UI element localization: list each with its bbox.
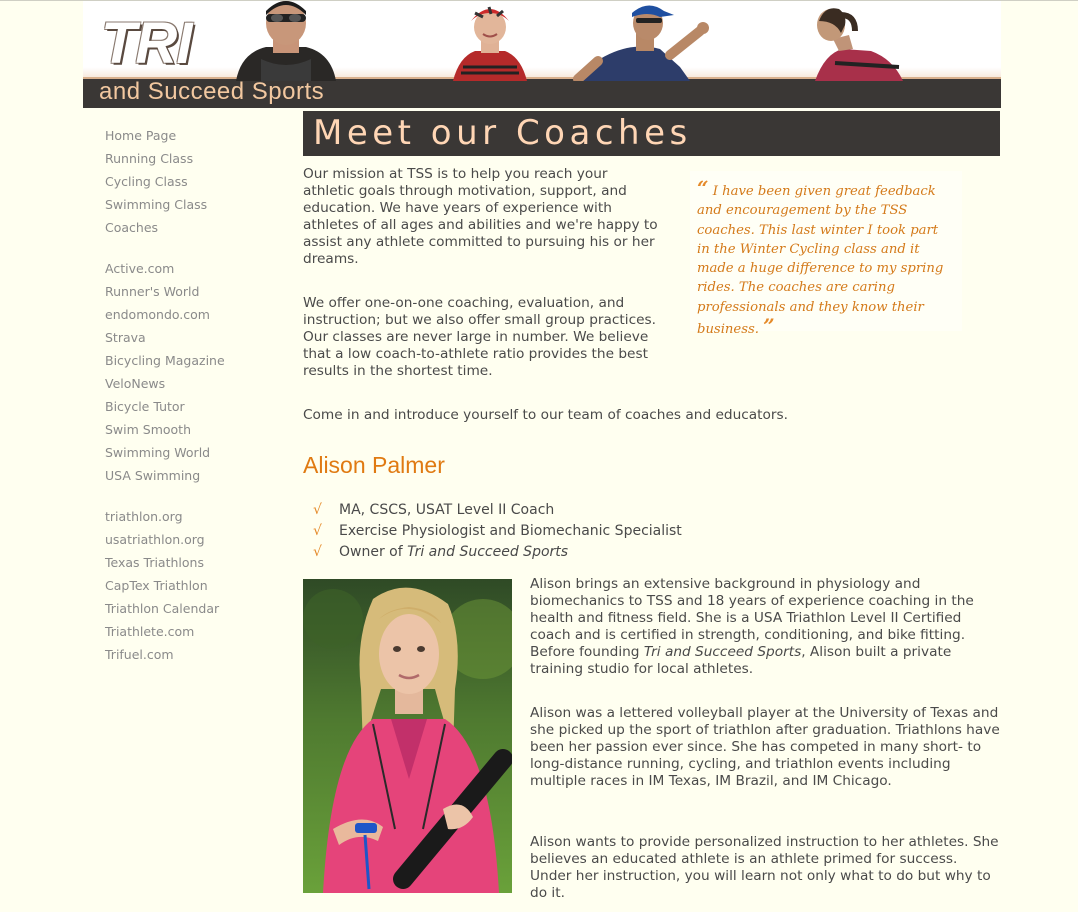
- runner-image: [570, 1, 720, 81]
- sidebar-link-runners-world[interactable]: Runner's World: [105, 284, 199, 299]
- sidebar-link-swimming-class[interactable]: Swimming Class: [105, 197, 207, 212]
- testimonial-text: I have been given great feedback and enc…: [697, 184, 944, 338]
- logo-tagline: and Succeed Sports: [99, 78, 325, 105]
- intro-paragraph-mission: Our mission at TSS is to help you reach …: [303, 166, 658, 267]
- sidebar-link-swim-smooth[interactable]: Swim Smooth: [105, 422, 191, 437]
- triathlon-links-group: triathlon.org usatriathlon.org Texas Tri…: [105, 508, 275, 669]
- coach-credentials-list: √ MA, CSCS, USAT Level II Coach √ Exercise…: [313, 500, 682, 563]
- sidebar-link-endomondo[interactable]: endomondo.com: [105, 307, 210, 322]
- fitness-links-group: Active.com Runner's World endomondo.com …: [105, 260, 275, 490]
- sidebar-link-coaches[interactable]: Coaches: [105, 220, 158, 235]
- check-icon: √: [313, 502, 322, 518]
- sidebar-link-active[interactable]: Active.com: [105, 261, 174, 276]
- sidebar-link-cycling-class[interactable]: Cycling Class: [105, 174, 188, 189]
- sidebar-link-captex-triathlon[interactable]: CapTex Triathlon: [105, 578, 208, 593]
- coach-name-heading: Alison Palmer: [303, 452, 445, 478]
- sidebar-link-usatriathlon[interactable]: usatriathlon.org: [105, 532, 205, 547]
- sidebar-link-usa-swimming[interactable]: USA Swimming: [105, 468, 200, 483]
- sidebar-link-texas-triathlons[interactable]: Texas Triathlons: [105, 555, 204, 570]
- sidebar-link-bicycle-tutor[interactable]: Bicycle Tutor: [105, 399, 185, 414]
- sidebar-link-trifuel[interactable]: Trifuel.com: [105, 647, 174, 662]
- bio-business-name: Tri and Succeed Sports: [643, 644, 802, 660]
- sidebar-link-running-class[interactable]: Running Class: [105, 151, 193, 166]
- credential-text: Exercise Physiologist and Biomechanic Sp…: [339, 523, 682, 539]
- sidebar-link-swimming-world[interactable]: Swimming World: [105, 445, 210, 460]
- sidebar-link-strava[interactable]: Strava: [105, 330, 146, 345]
- intro-paragraph-invite: Come in and introduce yourself to our te…: [303, 407, 789, 423]
- page-title: Meet our Coaches: [303, 111, 1000, 156]
- triathlete-woman-image: [795, 1, 915, 81]
- intro-paragraph-coaching: We offer one-on-one coaching, evaluation…: [303, 295, 657, 379]
- main-content: Meet our Coaches Our mission at TSS is t…: [303, 111, 1003, 901]
- open-quote-mark: “: [697, 176, 709, 200]
- coach-photo: [303, 579, 523, 893]
- sidebar-link-triathlon-calendar[interactable]: Triathlon Calendar: [105, 601, 219, 616]
- sidebar-link-bicycling-magazine[interactable]: Bicycling Magazine: [105, 353, 225, 368]
- coach-bio-paragraph-philosophy: Alison wants to provide personalized ins…: [530, 834, 999, 901]
- coach-bio-paragraph-background: Alison brings an extensive background in…: [530, 576, 1000, 678]
- credential-owner-business: Tri and Succeed Sports: [407, 544, 569, 560]
- sidebar-link-home[interactable]: Home Page: [105, 128, 176, 143]
- credential-owner-prefix: Owner of: [339, 544, 408, 560]
- sidebar-link-triathlete[interactable]: Triathlete.com: [105, 624, 194, 639]
- check-icon: √: [313, 544, 322, 560]
- site-links-group: Home Page Running Class Cycling Class Sw…: [105, 127, 275, 242]
- credential-item: √ MA, CSCS, USAT Level II Coach: [313, 500, 682, 521]
- swimmer-image: [231, 1, 341, 81]
- sidebar-nav: Home Page Running Class Cycling Class Sw…: [105, 127, 275, 687]
- credential-text: MA, CSCS, USAT Level II Coach: [339, 502, 555, 518]
- sidebar-link-triathlon-org[interactable]: triathlon.org: [105, 509, 183, 524]
- sidebar-link-velonews[interactable]: VeloNews: [105, 376, 165, 391]
- credential-item: √ Owner of Tri and Succeed Sports: [313, 542, 682, 563]
- logo-tri: TRI: [101, 11, 192, 76]
- testimonial-quote: “ I have been given great feedback and e…: [690, 171, 962, 337]
- site-header-banner: TRI and Succeed Sports: [83, 1, 1001, 108]
- cyclist-image: [445, 1, 535, 81]
- close-quote-mark: ”: [763, 314, 775, 339]
- credential-item: √ Exercise Physiologist and Biomechanic S…: [313, 521, 682, 542]
- check-icon: √: [313, 523, 322, 539]
- coach-bio-paragraph-history: Alison was a lettered volleyball player …: [530, 705, 1000, 789]
